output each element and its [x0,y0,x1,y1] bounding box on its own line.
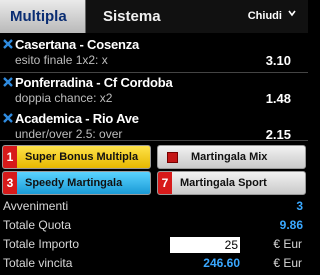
close-button[interactable]: Chiudi [248,0,308,33]
bet-row: Casertana - Cosenza esito finale 1x2: x … [0,36,308,71]
speedy-martingala-button[interactable]: 3 Speedy Martingala [2,171,151,195]
win-label: Totale vincita [3,256,73,270]
tab-sistema[interactable]: Sistema [86,0,166,33]
divider [0,140,308,141]
remove-bet-icon[interactable] [2,38,14,50]
close-label: Chiudi [247,10,282,22]
promo-label: Super Bonus Multipla [25,151,139,163]
remove-bet-icon[interactable] [2,112,14,124]
total-odds-label: Totale Quota [3,218,72,232]
promo-badge: 3 [3,172,17,194]
currency-label: € Eur [273,237,302,251]
remove-bet-icon[interactable] [2,76,14,88]
odds-value: 3.10 [265,53,291,68]
events-row: Avvenimenti 3 [0,198,308,216]
stake-label: Totale Importo [3,237,80,251]
match-name: Ponferradina - Cf Cordoba [15,75,173,90]
events-count: 3 [296,199,303,213]
events-label: Avvenimenti [3,199,69,213]
promo-badge: 1 [3,146,17,168]
promo-label: Martingala Mix [191,151,268,163]
market-name: esito finale 1x2: x [15,53,108,67]
promo-label: Speedy Martingala [25,177,123,189]
market-name: under/over 2.5: over [15,127,123,141]
bet-row: Ponferradina - Cf Cordoba doppia chance:… [0,74,308,109]
match-name: Casertana - Cosenza [15,37,140,52]
total-odds-value: 9.86 [279,218,303,232]
match-name: Academica - Rio Ave [15,111,139,126]
promo-label: Martingala Sport [180,177,267,189]
promo-badge: 7 [158,172,172,194]
martingala-mix-button[interactable]: Martingala Mix [157,145,306,169]
chevron-down-icon [288,10,296,17]
odds-value: 1.48 [265,91,291,106]
bet-summary: Avvenimenti 3 Totale Quota 9.86 Totale I… [0,198,308,275]
tab-multipla[interactable]: Multipla [0,0,86,33]
win-value: 246.60 [203,256,240,270]
martingala-mix-icon [167,152,178,163]
market-name: doppia chance: x2 [15,91,113,105]
stake-row: Totale Importo € Eur [0,236,308,254]
divider [0,72,308,73]
win-currency-label: € Eur [273,256,302,270]
martingala-sport-button[interactable]: 7 Martingala Sport [157,171,306,195]
win-row: Totale vincita 246.60 € Eur [0,255,308,273]
super-bonus-multipla-button[interactable]: 1 Super Bonus Multipla [2,145,151,169]
stake-input[interactable] [170,237,240,253]
bet-type-tabs: Multipla Sistema Chiudi [0,0,308,33]
total-odds-row: Totale Quota 9.86 [0,217,308,235]
